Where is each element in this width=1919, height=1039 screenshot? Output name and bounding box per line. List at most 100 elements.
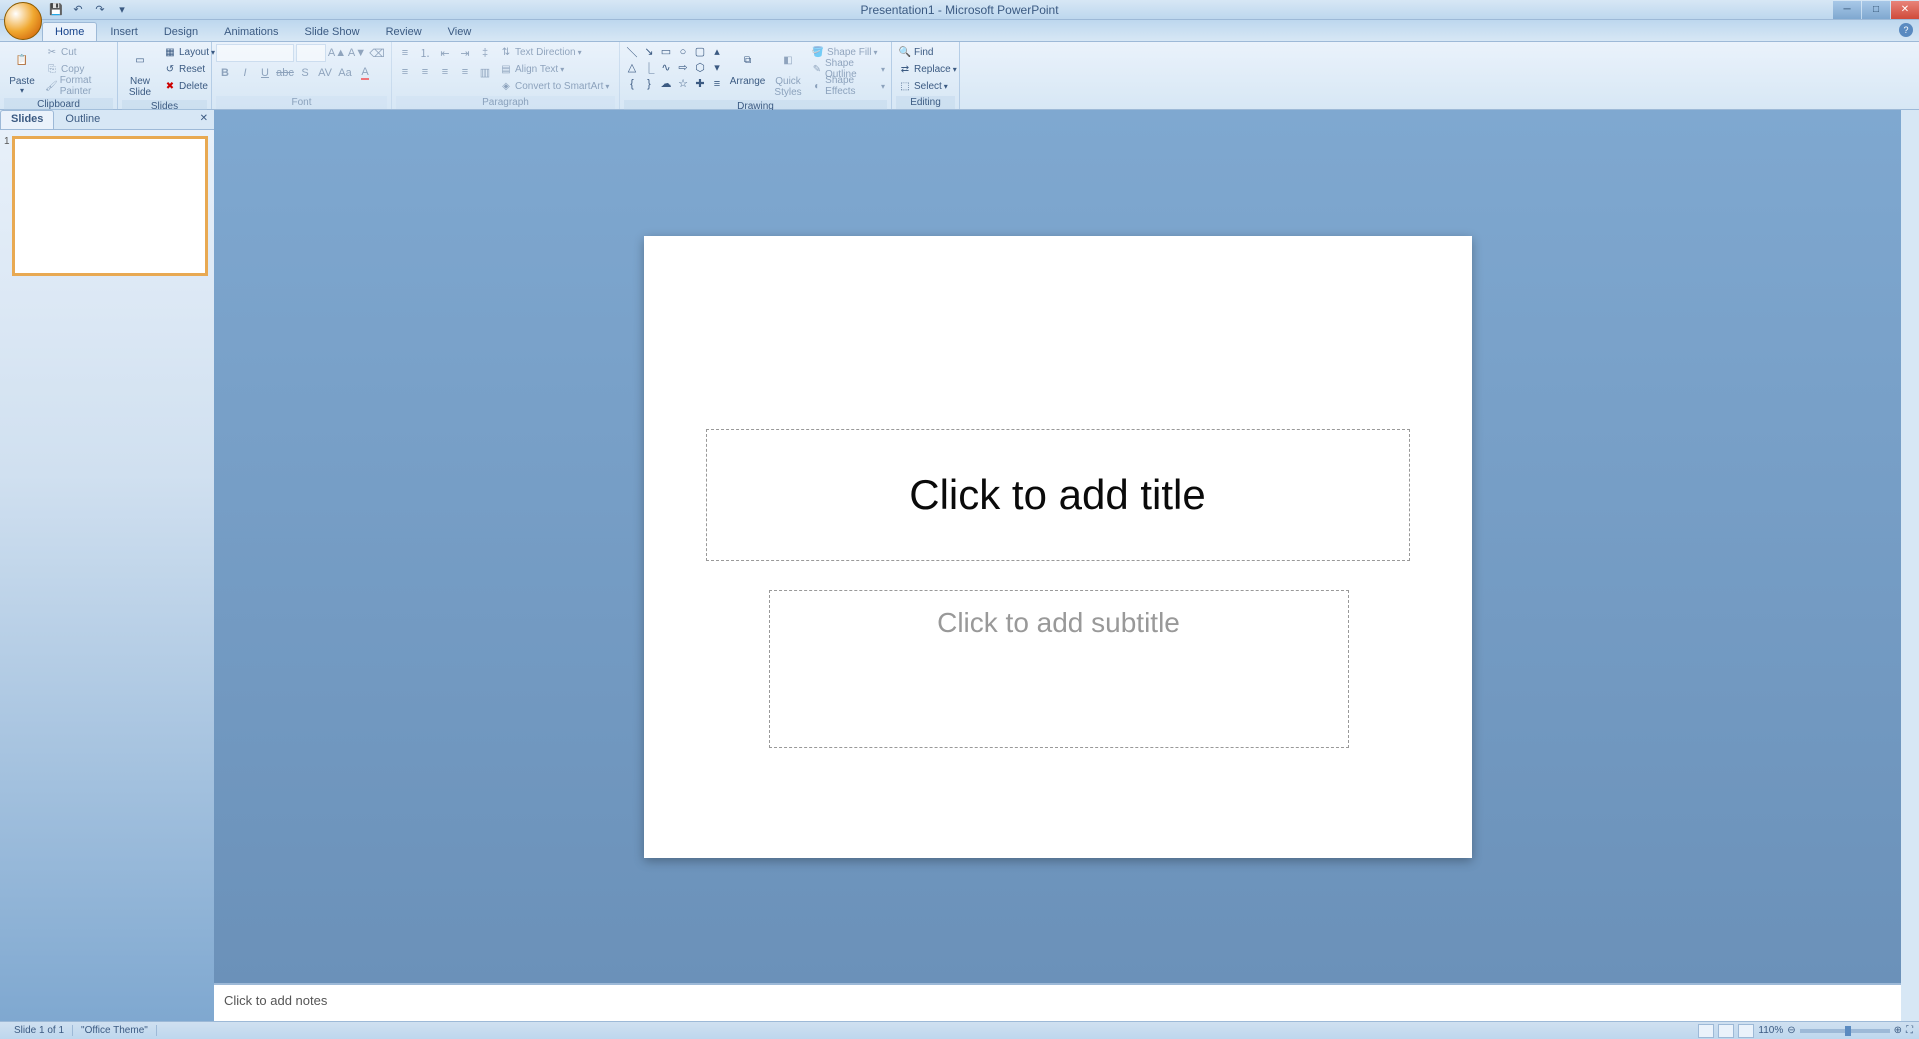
minimize-button[interactable]: ─ [1833, 1, 1861, 19]
new-slide-button[interactable]: ▭ New Slide [122, 44, 158, 100]
shape-tri-icon[interactable]: △ [624, 60, 640, 75]
strike-icon[interactable]: abc [276, 64, 294, 82]
tab-view[interactable]: View [435, 22, 485, 41]
align-right-icon[interactable]: ≡ [436, 63, 454, 81]
undo-icon[interactable]: ↶ [70, 2, 86, 18]
arrange-button[interactable]: ⧉Arrange [728, 44, 767, 89]
close-button[interactable]: ✕ [1891, 1, 1919, 19]
tab-insert[interactable]: Insert [97, 22, 151, 41]
shapes-gallery[interactable]: ＼ ↘ ▭ ○ ▢ ▴ △ ⎿ ∿ ⇨ ⬡ ▾ { } ☁ ☆ ✚ ≡ [624, 44, 725, 91]
redo-icon[interactable]: ↷ [92, 2, 108, 18]
zoom-in-icon[interactable]: ⊕ [1894, 1025, 1902, 1036]
grow-font-icon[interactable]: A▲ [328, 44, 346, 62]
shape-arrow-icon[interactable]: ↘ [641, 44, 657, 59]
normal-view-icon[interactable] [1698, 1024, 1714, 1038]
shape-oval-icon[interactable]: ○ [675, 44, 691, 59]
format-painter-button[interactable]: 🖌Format Painter [43, 78, 113, 94]
shape-brace2-icon[interactable]: } [641, 76, 657, 91]
find-button[interactable]: 🔍Find [896, 44, 959, 60]
align-left-icon[interactable]: ≡ [396, 63, 414, 81]
delete-icon: ✖ [163, 79, 177, 93]
shape-rrect-icon[interactable]: ▢ [692, 44, 708, 59]
align-center-icon[interactable]: ≡ [416, 63, 434, 81]
new-slide-label: New Slide [129, 76, 151, 98]
help-icon[interactable]: ? [1899, 23, 1913, 37]
delete-button[interactable]: ✖Delete [161, 78, 217, 94]
notes-pane[interactable]: Click to add notes [214, 983, 1901, 1021]
bold-icon[interactable]: B [216, 64, 234, 82]
font-name-input[interactable] [216, 44, 294, 62]
shape-hex-icon[interactable]: ⬡ [692, 60, 708, 75]
scroll-up-icon[interactable]: ▴ [709, 44, 725, 59]
numbering-icon[interactable]: ⒈ [416, 44, 434, 62]
zoom-slider[interactable] [1800, 1029, 1890, 1033]
shape-elbow-icon[interactable]: ⎿ [641, 60, 657, 75]
outdent-icon[interactable]: ⇤ [436, 44, 454, 62]
zoom-out-icon[interactable]: ⊖ [1787, 1025, 1795, 1036]
smartart-button[interactable]: ◈Convert to SmartArt▾ [497, 78, 611, 94]
tab-review[interactable]: Review [373, 22, 435, 41]
bullets-icon[interactable]: ≡ [396, 44, 414, 62]
shape-arrow2-icon[interactable]: ⇨ [675, 60, 691, 75]
panel-close-icon[interactable]: ✕ [200, 113, 208, 124]
shape-line-icon[interactable]: ＼ [624, 44, 640, 59]
sorter-view-icon[interactable] [1718, 1024, 1734, 1038]
replace-button[interactable]: ⇄Replace▾ [896, 61, 959, 77]
slide-thumbnail[interactable] [12, 136, 208, 276]
vertical-scrollbar[interactable] [1901, 110, 1919, 1021]
fill-icon: 🪣 [811, 45, 825, 59]
line-spacing-icon[interactable]: ‡ [476, 44, 494, 62]
quick-styles-button[interactable]: ◧Quick Styles [770, 44, 806, 100]
tab-slideshow[interactable]: Slide Show [292, 22, 373, 41]
clear-format-icon[interactable]: ⌫ [368, 44, 386, 62]
shape-curve-icon[interactable]: ∿ [658, 60, 674, 75]
shape-rect-icon[interactable]: ▭ [658, 44, 674, 59]
title-placeholder[interactable]: Click to add title [706, 429, 1410, 561]
thumb-number: 1 [4, 136, 10, 147]
underline-icon[interactable]: U [256, 64, 274, 82]
qat-customize-icon[interactable]: ▾ [114, 2, 130, 18]
arrange-icon: ⧉ [734, 46, 762, 74]
slideshow-view-icon[interactable] [1738, 1024, 1754, 1038]
office-button[interactable] [4, 2, 42, 40]
tab-design[interactable]: Design [151, 22, 211, 41]
font-size-input[interactable] [296, 44, 326, 62]
paste-button[interactable]: 📋 Paste ▾ [4, 44, 40, 98]
columns-icon[interactable]: ▥ [476, 63, 494, 81]
shrink-font-icon[interactable]: A▼ [348, 44, 366, 62]
layout-button[interactable]: ▦Layout▾ [161, 44, 217, 60]
cut-button[interactable]: ✂Cut [43, 44, 113, 60]
text-direction-button[interactable]: ⇅Text Direction▾ [497, 44, 611, 60]
save-icon[interactable]: 💾 [48, 2, 64, 18]
font-color-icon[interactable]: A [356, 64, 374, 82]
maximize-button[interactable]: □ [1862, 1, 1890, 19]
fit-window-icon[interactable]: ⛶ [1906, 1025, 1913, 1036]
gallery-more-icon[interactable]: ≡ [709, 76, 725, 91]
shape-effects-button[interactable]: ◐Shape Effects▾ [809, 78, 887, 94]
editing-group-label: Editing [896, 96, 955, 109]
shape-brace-icon[interactable]: { [624, 76, 640, 91]
find-icon: 🔍 [898, 45, 912, 59]
shape-star-icon[interactable]: ☆ [675, 76, 691, 91]
scroll-down-icon[interactable]: ▾ [709, 60, 725, 75]
outline-tab[interactable]: Outline [54, 110, 111, 129]
slides-panel: Slides Outline ✕ 1 [0, 110, 214, 1021]
shape-plus-icon[interactable]: ✚ [692, 76, 708, 91]
copy-icon: ⎘ [45, 62, 59, 76]
case-icon[interactable]: Aa [336, 64, 354, 82]
justify-icon[interactable]: ≡ [456, 63, 474, 81]
indent-icon[interactable]: ⇥ [456, 44, 474, 62]
reset-button[interactable]: ↺Reset [161, 61, 217, 77]
slides-tab[interactable]: Slides [0, 110, 54, 129]
slide-canvas[interactable]: Click to add title Click to add subtitle [644, 236, 1472, 858]
tab-animations[interactable]: Animations [211, 22, 291, 41]
clipboard-group-label: Clipboard [4, 98, 113, 111]
spacing-icon[interactable]: AV [316, 64, 334, 82]
align-text-button[interactable]: ▤Align Text▾ [497, 61, 611, 77]
select-button[interactable]: ⬚Select▾ [896, 78, 959, 94]
shadow-icon[interactable]: S [296, 64, 314, 82]
subtitle-placeholder[interactable]: Click to add subtitle [769, 590, 1349, 748]
tab-home[interactable]: Home [42, 22, 97, 41]
italic-icon[interactable]: I [236, 64, 254, 82]
shape-cloud-icon[interactable]: ☁ [658, 76, 674, 91]
